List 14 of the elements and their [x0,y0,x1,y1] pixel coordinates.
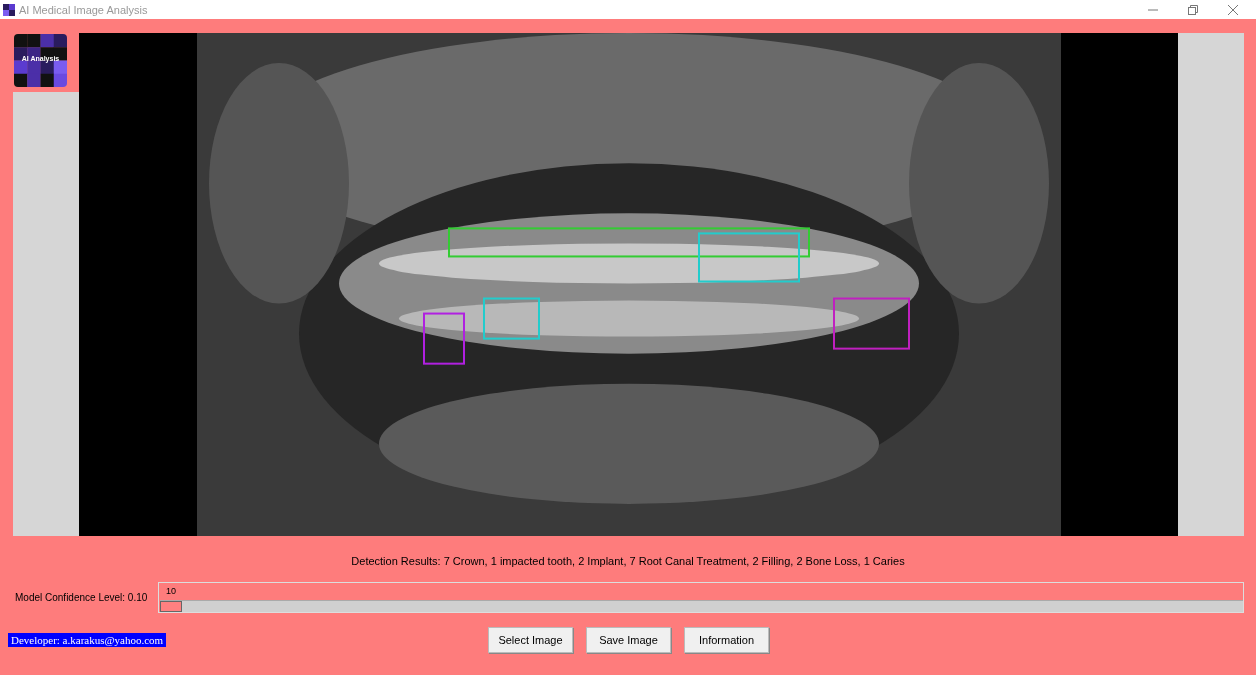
confidence-slider[interactable]: 10 [158,582,1244,613]
slider-thumb[interactable] [160,601,182,612]
action-button[interactable]: Select Image [488,627,573,653]
restore-icon[interactable] [1187,3,1199,16]
slider-value: 10 [166,586,176,596]
action-button[interactable]: Information [684,627,769,653]
detection-results: Detection Results: 7 Crown, 1 impacted tooth, 2 Implant, 7 Root Canal Treatment, 2 Filling, 2 Bone Loss, 1 Caries [350,555,906,569]
confidence-label: Model Confidence Level: 0.10 [14,592,149,603]
app-icon [3,3,15,16]
close-icon[interactable] [1227,3,1239,16]
action-button[interactable]: Save Image [586,627,671,653]
logo-background [14,34,67,87]
developer-label: Developer: a.karakus@yahoo.com [8,633,167,647]
window-title: AI Medical Image Analysis [19,3,148,16]
